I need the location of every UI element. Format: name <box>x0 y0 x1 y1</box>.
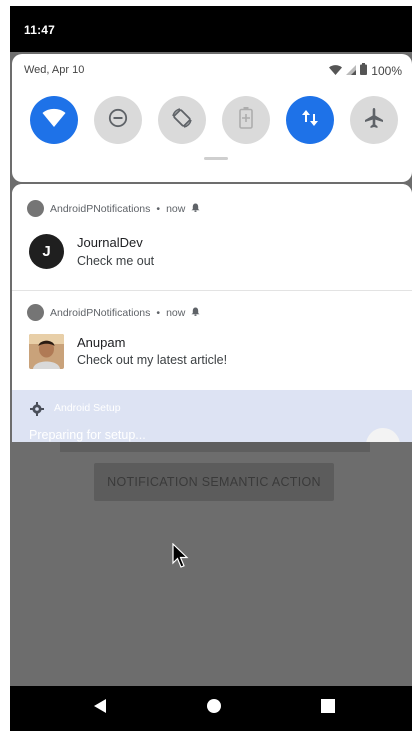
mobile-data-icon <box>301 108 319 133</box>
status-time: 11:47 <box>24 23 56 37</box>
notification-anupam[interactable]: AndroidPNotifications • now Anupam Check… <box>12 291 412 390</box>
qs-tile-do-not-disturb[interactable] <box>94 96 142 144</box>
notification-journaldev[interactable]: AndroidPNotifications • now J JournalDev… <box>12 184 412 290</box>
device-screen: NOTIFICATION SEMANTIC ACTION 11:47 Wed, … <box>10 6 412 731</box>
avatar: J <box>29 234 64 269</box>
mouse-cursor-icon <box>172 542 190 574</box>
notification-app-name: Android Setup <box>54 402 121 414</box>
home-icon <box>207 699 221 718</box>
battery-percent: 100% <box>371 63 402 78</box>
notification-text: Check out my latest article! <box>77 353 228 367</box>
back-icon <box>93 698 107 719</box>
notification-header: AndroidPNotifications • now <box>27 304 200 321</box>
back-button[interactable] <box>70 686 130 731</box>
notification-title: JournalDev <box>77 235 143 250</box>
qs-status-icons: 100% <box>329 63 402 78</box>
navigation-bar <box>10 686 412 731</box>
notification-header: AndroidPNotifications • now <box>27 200 200 217</box>
quick-settings-tiles <box>30 96 398 144</box>
separator-dot: • <box>156 202 161 215</box>
background-app-bar <box>60 442 370 452</box>
qs-drag-handle[interactable] <box>204 157 228 160</box>
qs-tile-battery-saver[interactable] <box>222 96 270 144</box>
alert-bell-icon <box>191 202 200 215</box>
notification-app-name: AndroidPNotifications <box>50 306 151 319</box>
notification-title: Anupam <box>77 335 126 350</box>
battery-icon <box>360 63 368 78</box>
notification-app-name: AndroidPNotifications <box>50 202 151 215</box>
qs-tile-airplane-mode[interactable] <box>350 96 398 144</box>
avatar-photo <box>29 334 64 369</box>
gear-icon <box>30 402 44 421</box>
wifi-icon <box>42 108 66 133</box>
app-icon <box>27 304 44 321</box>
notification-text: Check me out <box>77 254 155 268</box>
alert-bell-icon <box>191 306 200 319</box>
battery-saver-icon <box>239 106 253 134</box>
do-not-disturb-icon <box>108 108 128 133</box>
notification-list: AndroidPNotifications • now J JournalDev… <box>12 184 412 442</box>
notification-time: now <box>166 202 186 215</box>
qs-tile-auto-rotate[interactable] <box>158 96 206 144</box>
app-icon <box>27 200 44 217</box>
notification-android-setup[interactable]: Android Setup Preparing for setup... <box>12 390 412 442</box>
qs-tile-wifi[interactable] <box>30 96 78 144</box>
separator-dot: • <box>156 306 161 319</box>
recents-icon <box>321 699 335 718</box>
status-bar: 11:47 <box>10 6 412 52</box>
recents-button[interactable] <box>298 686 358 731</box>
wifi-signal-icon <box>329 64 343 78</box>
quick-settings-panel: Wed, Apr 10 100% <box>12 54 412 182</box>
notification-time: now <box>166 306 186 319</box>
home-button[interactable] <box>184 686 244 731</box>
notification-text: Preparing for setup... <box>29 428 146 442</box>
notification-semantic-action-button[interactable]: NOTIFICATION SEMANTIC ACTION <box>94 463 334 501</box>
setup-badge-icon <box>366 428 400 442</box>
auto-rotate-icon <box>171 107 193 134</box>
airplane-mode-icon <box>363 107 385 134</box>
qs-tile-mobile-data[interactable] <box>286 96 334 144</box>
cell-signal-icon <box>346 64 357 78</box>
qs-date[interactable]: Wed, Apr 10 <box>24 64 84 76</box>
